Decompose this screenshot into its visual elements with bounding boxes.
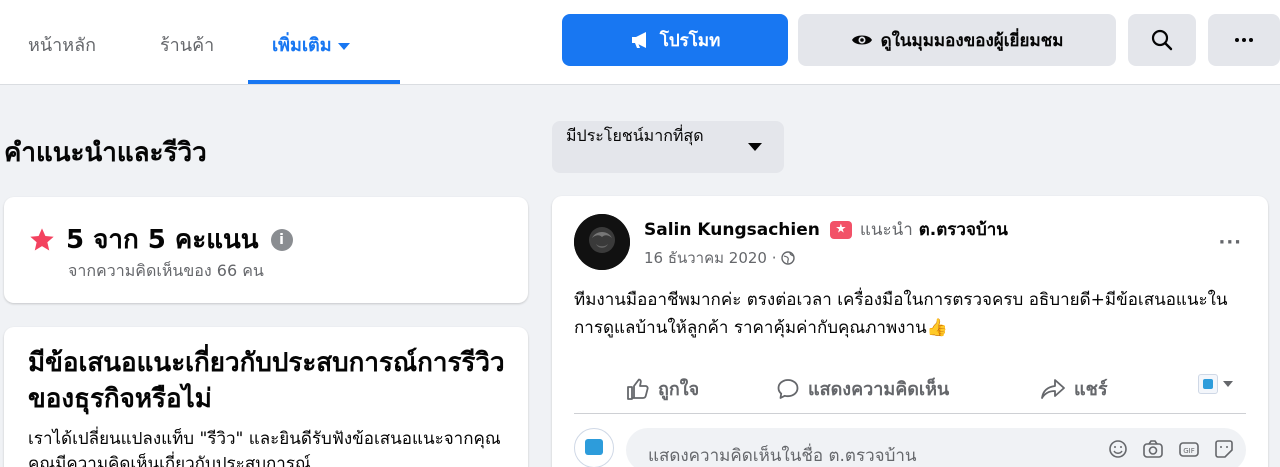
rating-summary: 5 จาก 5 คะแนน i [28, 219, 293, 260]
section-title: คำแนะนำและรีวิว [4, 138, 207, 168]
search-icon [1151, 29, 1173, 51]
sort-dropdown-label: มีประโยชน์มากที่สุด [566, 126, 704, 145]
acting-as-selector[interactable] [1198, 374, 1233, 394]
rating-basis: จากความคิดเห็นของ 66 คน [68, 261, 264, 280]
star-icon [30, 227, 54, 250]
more-options-button[interactable] [1208, 14, 1280, 66]
rating-summary-card: 5 จาก 5 คะแนน i จากความคิดเห็นของ 66 คน [4, 197, 528, 303]
page-avatar[interactable] [574, 428, 614, 467]
post-date: 16 ธันวาคม 2020 · [644, 249, 777, 267]
like-button[interactable]: ถูกใจ [626, 374, 699, 403]
feedback-card: มีข้อเสนอแนะเกี่ยวกับประสบการณ์การรีวิวข… [4, 327, 528, 467]
post-timestamp[interactable]: 16 ธันวาคม 2020 · [644, 246, 795, 270]
svg-text:GIF: GIF [1183, 447, 1195, 455]
review-post: Salin Kungsachien แนะนำ ต.ตรวจบ้าน 16 ธั… [552, 196, 1268, 467]
tab-more-label: เพิ่มเติม [272, 35, 332, 56]
chevron-down-icon [337, 42, 350, 50]
post-actions: ถูกใจ แสดงความคิดเห็น แชร์ [574, 364, 1246, 414]
comment-label: แสดงความคิดเห็น [808, 379, 950, 400]
search-button[interactable] [1128, 14, 1196, 66]
rating-text: 5 จาก 5 คะแนน [66, 225, 259, 255]
avatar[interactable] [574, 214, 630, 270]
author-name[interactable]: Salin Kungsachien [644, 220, 820, 240]
page-avatar-icon [1198, 374, 1218, 394]
comment-input[interactable]: แสดงความคิดเห็นในชื่อ ต.ตรวจบ้าน GIF [626, 428, 1246, 467]
share-label: แชร์ [1074, 379, 1108, 400]
promote-label: โปรโมท [659, 30, 721, 51]
tab-shop[interactable]: ร้านค้า [160, 30, 214, 59]
recommends-label: แนะนำ [859, 220, 913, 240]
page-name-link[interactable]: ต.ตรวจบ้าน [919, 216, 1008, 243]
recommend-icon [829, 220, 852, 239]
eye-icon [851, 35, 872, 45]
comment-button[interactable]: แสดงความคิดเห็น [776, 374, 949, 403]
camera-icon[interactable] [1142, 439, 1164, 463]
like-label: ถูกใจ [658, 379, 700, 400]
comment-composer: แสดงความคิดเห็นในชื่อ ต.ตรวจบ้าน GIF [574, 428, 1246, 467]
review-text: ทีมงานมืออาชีพมากค่ะ ตรงต่อเวลา เครื่องม… [574, 290, 1228, 338]
page-header: หน้าหลัก ร้านค้า เพิ่มเติม โปรโมท ดูในมุ… [0, 0, 1280, 85]
feedback-body: เราได้เปลี่ยนแปลงแท็บ "รีวิว" และยินดีรั… [28, 429, 501, 467]
sticker-icon[interactable] [1214, 439, 1234, 463]
emoji-icon[interactable] [1108, 439, 1128, 463]
tab-home[interactable]: หน้าหลัก [28, 30, 96, 59]
tab-more[interactable]: เพิ่มเติม [272, 30, 350, 59]
post-options-icon[interactable]: ··· [1218, 232, 1242, 253]
view-as-visitor-label: ดูในมุมมองของผู้เยี่ยมชม [880, 30, 1064, 51]
feedback-title: มีข้อเสนอแนะเกี่ยวกับประสบการณ์การรีวิวข… [28, 348, 505, 414]
view-as-visitor-button[interactable]: ดูในมุมมองของผู้เยี่ยมชม [798, 14, 1116, 66]
megaphone-icon [631, 32, 646, 48]
info-icon[interactable]: i [270, 228, 293, 251]
review-header: Salin Kungsachien แนะนำ ต.ตรวจบ้าน [644, 216, 1008, 243]
promote-button[interactable]: โปรโมท [562, 14, 788, 66]
comment-tools: GIF [1094, 439, 1234, 463]
more-icon [1235, 38, 1253, 42]
active-tab-indicator [248, 80, 400, 84]
globe-icon [780, 251, 795, 265]
like-icon [627, 378, 649, 400]
sort-dropdown[interactable]: มีประโยชน์มากที่สุด [552, 121, 784, 173]
comment-icon [777, 378, 799, 399]
share-button[interactable]: แชร์ [1040, 374, 1108, 403]
chevron-down-icon [1223, 381, 1233, 387]
comment-placeholder: แสดงความคิดเห็นในชื่อ ต.ตรวจบ้าน [648, 446, 917, 466]
gif-icon[interactable]: GIF [1178, 439, 1200, 463]
chevron-down-icon [748, 143, 762, 151]
share-icon [1041, 378, 1065, 399]
